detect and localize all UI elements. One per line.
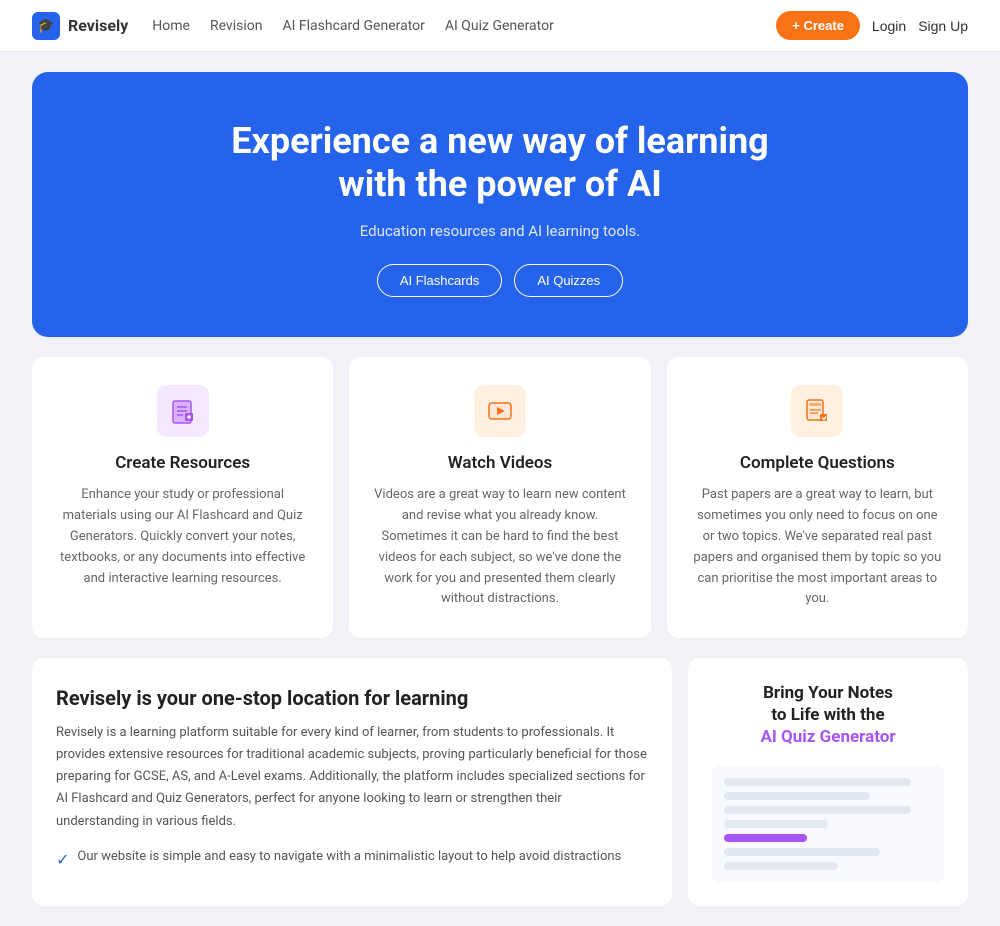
feature-card-create: Create Resources Enhance your study or p… bbox=[32, 357, 333, 638]
preview-bar-5 bbox=[724, 834, 807, 842]
hero-buttons: AI Flashcards AI Quizzes bbox=[64, 264, 936, 297]
nav-flashcard-generator[interactable]: AI Flashcard Generator bbox=[282, 18, 424, 34]
login-button[interactable]: Login bbox=[872, 18, 906, 34]
feature-card-questions: Complete Questions Past papers are a gre… bbox=[667, 357, 968, 638]
hero-title: Experience a new way of learningwith the… bbox=[64, 120, 936, 206]
main-content: Experience a new way of learningwith the… bbox=[0, 52, 1000, 926]
complete-questions-icon bbox=[791, 385, 843, 437]
learning-text: Revisely is a learning platform suitable… bbox=[56, 722, 648, 832]
check-icon: ✓ bbox=[56, 850, 69, 869]
watch-videos-text: Videos are a great way to learn new cont… bbox=[373, 485, 626, 610]
brand-name: Revisely bbox=[68, 16, 128, 35]
preview-bar-7 bbox=[724, 862, 838, 870]
nav-home[interactable]: Home bbox=[152, 18, 190, 34]
create-resources-text: Enhance your study or professional mater… bbox=[56, 485, 309, 589]
feature-cards: Create Resources Enhance your study or p… bbox=[32, 357, 968, 638]
preview-bar-6 bbox=[724, 848, 880, 856]
preview-bar-2 bbox=[724, 792, 870, 800]
hero-subtitle: Education resources and AI learning tool… bbox=[64, 222, 936, 240]
quiz-promo-card: Bring Your Notes to Life with the AI Qui… bbox=[688, 658, 968, 906]
quiz-promo-highlight: AI Quiz Generator bbox=[760, 727, 895, 747]
brand-logo[interactable]: 🎓 Revisely bbox=[32, 12, 128, 40]
check-item: ✓ Our website is simple and easy to navi… bbox=[56, 849, 648, 869]
check-item-text: Our website is simple and easy to naviga… bbox=[77, 849, 621, 864]
preview-bar-3 bbox=[724, 806, 911, 814]
nav-links: Home Revision AI Flashcard Generator AI … bbox=[152, 18, 752, 34]
brand-icon: 🎓 bbox=[32, 12, 60, 40]
navbar: 🎓 Revisely Home Revision AI Flashcard Ge… bbox=[0, 0, 1000, 52]
nav-revision[interactable]: Revision bbox=[210, 18, 263, 34]
preview-bar-4 bbox=[724, 820, 828, 828]
create-resources-icon bbox=[157, 385, 209, 437]
quiz-promo-title: Bring Your Notes to Life with the AI Qui… bbox=[760, 682, 895, 748]
nav-quiz-generator[interactable]: AI Quiz Generator bbox=[445, 18, 554, 34]
watch-videos-title: Watch Videos bbox=[373, 453, 626, 473]
complete-questions-title: Complete Questions bbox=[691, 453, 944, 473]
learning-title: Revisely is your one-stop location for l… bbox=[56, 686, 648, 710]
create-resources-title: Create Resources bbox=[56, 453, 309, 473]
create-button[interactable]: + Create bbox=[776, 11, 860, 40]
hero-flashcards-button[interactable]: AI Flashcards bbox=[377, 264, 502, 297]
signup-button[interactable]: Sign Up bbox=[918, 18, 968, 34]
navbar-actions: + Create Login Sign Up bbox=[776, 11, 968, 40]
feature-card-videos: Watch Videos Videos are a great way to l… bbox=[349, 357, 650, 638]
hero-section: Experience a new way of learningwith the… bbox=[32, 72, 968, 337]
hero-quizzes-button[interactable]: AI Quizzes bbox=[514, 264, 623, 297]
bottom-section: Revisely is your one-stop location for l… bbox=[32, 658, 968, 906]
quiz-preview bbox=[712, 766, 944, 882]
preview-bar-1 bbox=[724, 778, 911, 786]
learning-card: Revisely is your one-stop location for l… bbox=[32, 658, 672, 906]
complete-questions-text: Past papers are a great way to learn, bu… bbox=[691, 485, 944, 610]
watch-videos-icon bbox=[474, 385, 526, 437]
